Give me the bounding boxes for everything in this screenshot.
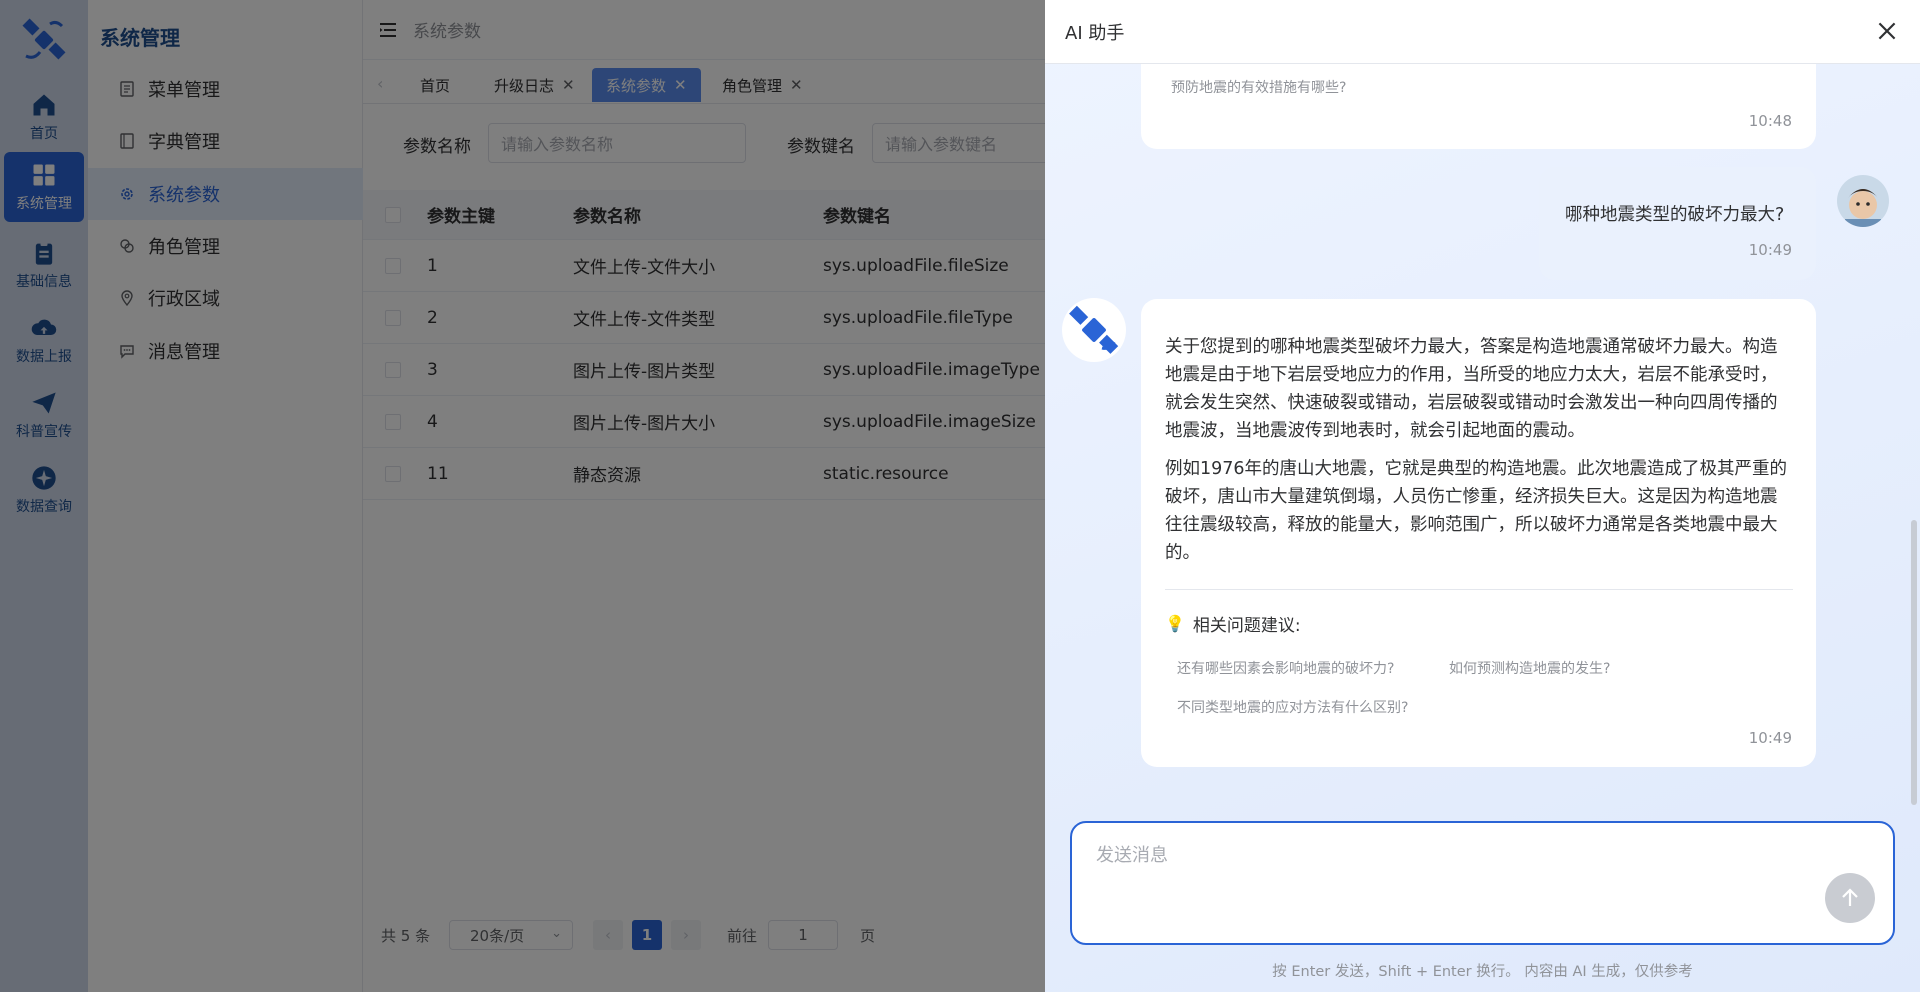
message-time: 10:49 [1748, 729, 1792, 747]
ai-avatar [1062, 298, 1126, 362]
scrollbar[interactable] [1911, 520, 1917, 805]
suggestion-question[interactable]: 如何预测构造地震的发生? [1449, 658, 1610, 678]
answer-paragraph: 关于您提到的哪种地震类型破坏力最大，答案是构造地震通常破坏力最大。构造地震是由于… [1165, 337, 1778, 441]
message-input[interactable]: 发送消息 [1070, 821, 1895, 945]
input-placeholder: 发送消息 [1096, 845, 1168, 866]
input-hint: 按 Enter 发送，Shift + Enter 换行。 内容由 AI 生成，仅… [1272, 964, 1693, 980]
arrow-up-icon [1842, 888, 1858, 906]
drawer-title: AI 助手 [1065, 22, 1125, 44]
lightbulb-icon: 💡 [1165, 614, 1185, 633]
close-icon[interactable] [1874, 18, 1900, 44]
user-avatar [1837, 175, 1889, 227]
suggestions-title: 相关问题建议: [1192, 616, 1301, 636]
answer-text: 关于您提到的哪种地震类型破坏力最大，答案是构造地震通常破坏力最大。构造地震是由于… [1165, 333, 1793, 567]
suggestions-heading: 💡 相关问题建议: [1165, 611, 1301, 636]
message-time: 10:48 [1748, 112, 1792, 130]
answer-paragraph: 例如1976年的唐山大地震，它就是典型的构造地震。此次地震造成了极其严重的破坏，… [1165, 459, 1788, 563]
suggestion-question[interactable]: 还有哪些因素会影响地震的破坏力? [1177, 658, 1394, 678]
user-message-bubble: 哪种地震类型的破坏力最大? 10:49 [1539, 167, 1816, 280]
modal-overlay[interactable] [0, 0, 1045, 992]
divider [1165, 589, 1793, 590]
satellite-logo-icon [1063, 299, 1125, 361]
drawer-header: AI 助手 [1045, 0, 1920, 64]
ai-message-bubble: 预防地震的有效措施有哪些? 10:48 [1141, 64, 1816, 149]
user-message-text: 哪种地震类型的破坏力最大? [1565, 205, 1785, 225]
send-button[interactable] [1825, 873, 1875, 923]
message-time: 10:49 [1748, 241, 1792, 259]
suggestion-question[interactable]: 不同类型地震的应对方法有什么区别? [1177, 697, 1408, 717]
suggestion-question[interactable]: 预防地震的有效措施有哪些? [1171, 77, 1346, 97]
ai-answer-bubble: 关于您提到的哪种地震类型破坏力最大，答案是构造地震通常破坏力最大。构造地震是由于… [1141, 299, 1816, 767]
